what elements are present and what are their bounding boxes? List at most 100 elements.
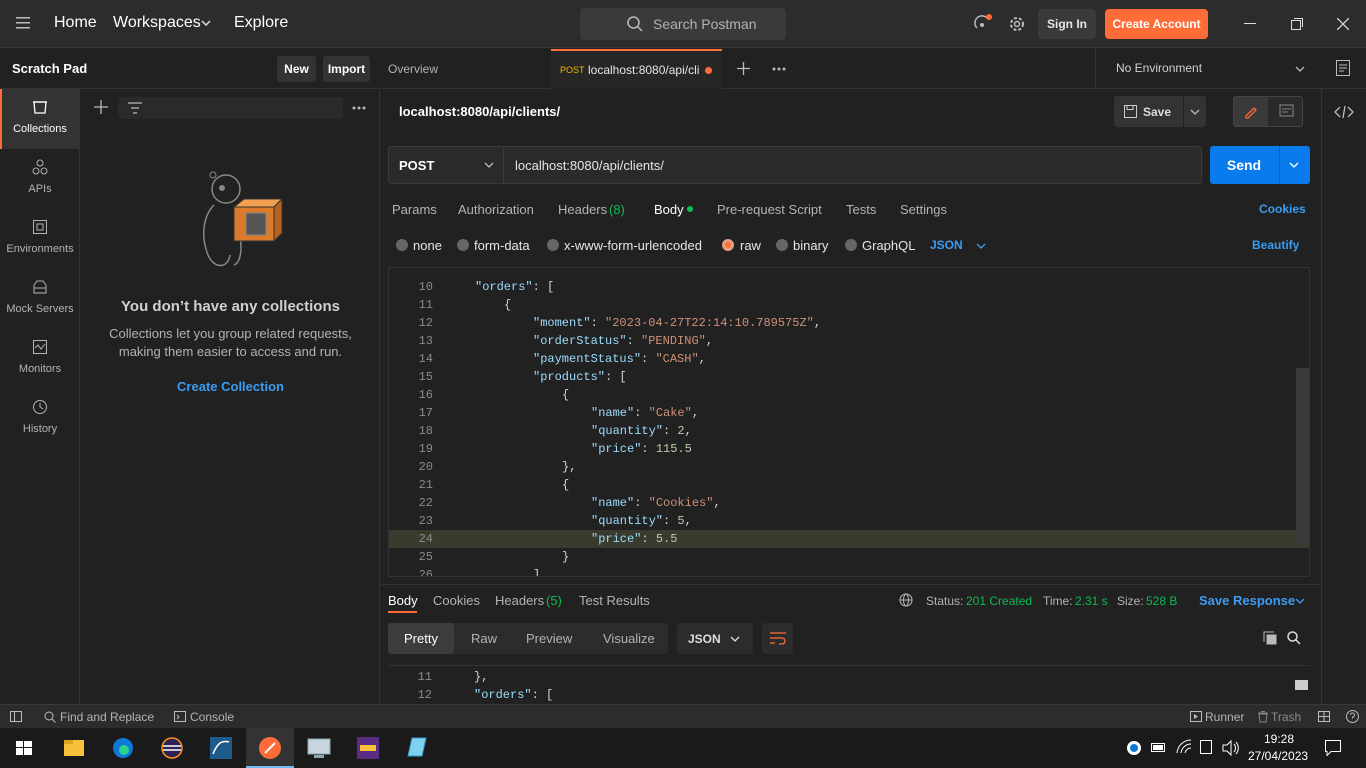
- wrap-lines-button[interactable]: [762, 623, 793, 654]
- radio-graphql[interactable]: [845, 239, 857, 251]
- response-tab-test-results[interactable]: Test Results: [579, 593, 650, 608]
- chevron-down-icon[interactable]: [1295, 598, 1305, 604]
- console-button[interactable]: Console: [190, 710, 234, 724]
- copy-icon[interactable]: [1263, 631, 1277, 645]
- comments-icon[interactable]: [1270, 97, 1302, 126]
- view-preview[interactable]: Preview: [526, 631, 572, 646]
- sidebar-item-environments[interactable]: Environments: [0, 209, 80, 269]
- save-response-button[interactable]: Save Response: [1199, 593, 1295, 608]
- sidebar-item-collections[interactable]: Collections: [0, 89, 80, 149]
- find-replace-button[interactable]: Find and Replace: [60, 710, 154, 724]
- postman-icon[interactable]: [246, 728, 294, 768]
- tab-settings[interactable]: Settings: [900, 202, 947, 217]
- runner-button[interactable]: Runner: [1205, 710, 1244, 724]
- clock-date[interactable]: 27/04/2023: [1248, 749, 1308, 763]
- gear-icon[interactable]: [1008, 15, 1026, 33]
- tab-more-icon[interactable]: [772, 67, 786, 71]
- sign-in-button[interactable]: Sign In: [1038, 9, 1096, 39]
- radio-x-www-form-urlencoded[interactable]: [547, 239, 559, 251]
- edge-browser-icon[interactable]: [99, 728, 147, 768]
- mode-toggle[interactable]: [1233, 96, 1303, 127]
- search-icon[interactable]: [1287, 631, 1301, 645]
- tab-headers[interactable]: Headers: [558, 202, 607, 217]
- method-select[interactable]: POST: [389, 147, 504, 183]
- body-editor[interactable]: 10 "orders": [11 {12 "moment": "2023-04-27T…: [388, 267, 1310, 577]
- eclipse-icon[interactable]: [148, 728, 196, 768]
- save-button[interactable]: Save: [1114, 96, 1206, 127]
- more-options-icon[interactable]: [352, 106, 366, 110]
- beautify-link[interactable]: Beautify: [1252, 238, 1299, 252]
- game-app-icon[interactable]: [344, 728, 392, 768]
- new-tab-icon[interactable]: [737, 62, 750, 75]
- wifi-icon[interactable]: [1176, 739, 1192, 755]
- nav-home[interactable]: Home: [54, 14, 97, 32]
- add-icon[interactable]: [94, 100, 108, 114]
- create-account-button[interactable]: Create Account: [1105, 9, 1208, 39]
- response-tab-cookies[interactable]: Cookies: [433, 593, 480, 608]
- create-collection-link[interactable]: Create Collection: [81, 379, 380, 394]
- menu-icon[interactable]: [16, 17, 30, 29]
- minimize-icon[interactable]: [1244, 23, 1256, 25]
- tab-tests[interactable]: Tests: [846, 202, 876, 217]
- chevron-down-icon[interactable]: [1190, 109, 1200, 115]
- sidebar-item-history[interactable]: History: [0, 389, 80, 449]
- battery-icon[interactable]: [1151, 741, 1167, 753]
- tray-app-icon[interactable]: [1126, 740, 1142, 756]
- tablet-mode-icon[interactable]: [1200, 740, 1212, 754]
- response-format-select[interactable]: JSON: [677, 623, 753, 654]
- edit-icon[interactable]: [1234, 97, 1268, 126]
- code-snippet-icon[interactable]: [1334, 105, 1354, 119]
- import-button[interactable]: Import: [323, 56, 370, 82]
- filter-input[interactable]: [118, 97, 343, 119]
- clock-time[interactable]: 19:28: [1264, 732, 1294, 746]
- restore-icon[interactable]: [1291, 18, 1303, 30]
- volume-icon[interactable]: [1222, 740, 1240, 756]
- view-pretty[interactable]: Pretty: [388, 623, 454, 654]
- chevron-down-icon[interactable]: [1289, 162, 1299, 168]
- sidebar-item-apis[interactable]: APIs: [0, 149, 80, 209]
- response-tab-body[interactable]: Body: [388, 593, 418, 608]
- search-input[interactable]: Search Postman: [580, 8, 786, 40]
- nav-explore[interactable]: Explore: [234, 14, 288, 32]
- tab-authorization[interactable]: Authorization: [458, 202, 534, 217]
- mysql-workbench-icon[interactable]: [197, 728, 245, 768]
- notification-icon[interactable]: [1325, 740, 1341, 756]
- sidebar-item-mock-servers[interactable]: Mock Servers: [0, 269, 80, 329]
- globe-icon[interactable]: [899, 593, 913, 607]
- response-scrollbar[interactable]: [1295, 680, 1308, 690]
- tab-pre-request-script[interactable]: Pre-request Script: [717, 202, 822, 217]
- remote-desktop-icon[interactable]: [295, 728, 343, 768]
- url-input[interactable]: localhost:8080/api/clients/: [515, 158, 664, 173]
- chevron-down-icon[interactable]: [976, 243, 986, 249]
- new-button[interactable]: New: [277, 56, 316, 82]
- chevron-down-icon[interactable]: [1295, 66, 1305, 72]
- help-icon[interactable]: [1346, 710, 1359, 723]
- response-body-viewer[interactable]: 11}, 12 "orders": [: [388, 665, 1310, 704]
- environment-quick-look-icon[interactable]: [1336, 60, 1350, 76]
- view-raw[interactable]: Raw: [471, 631, 497, 646]
- nav-workspaces[interactable]: Workspaces: [113, 14, 201, 32]
- send-button[interactable]: Send: [1210, 146, 1310, 184]
- layout-icon[interactable]: [1318, 711, 1330, 722]
- format-select[interactable]: JSON: [930, 238, 963, 252]
- notes-app-icon[interactable]: [393, 728, 441, 768]
- sidebar-toggle-icon[interactable]: [10, 711, 22, 722]
- file-explorer-icon[interactable]: [50, 728, 98, 768]
- radio-none[interactable]: [396, 239, 408, 251]
- sidebar-item-monitors[interactable]: Monitors: [0, 329, 80, 389]
- tab-params[interactable]: Params: [392, 202, 437, 217]
- view-visualize[interactable]: Visualize: [603, 631, 655, 646]
- trash-button[interactable]: Trash: [1271, 710, 1301, 724]
- environment-select[interactable]: No Environment: [1116, 61, 1202, 75]
- response-tab-headers[interactable]: Headers: [495, 593, 544, 608]
- cookies-link[interactable]: Cookies: [1259, 202, 1306, 216]
- radio-form-data[interactable]: [457, 239, 469, 251]
- close-icon[interactable]: [1337, 18, 1349, 30]
- tab-body[interactable]: Body: [654, 202, 684, 217]
- tab-active-request[interactable]: POST localhost:8080/api/cli: [551, 49, 722, 89]
- windows-start-icon[interactable]: [0, 728, 48, 768]
- sync-icon[interactable]: [973, 14, 993, 34]
- tab-overview[interactable]: Overview: [388, 62, 438, 76]
- radio-binary[interactable]: [776, 239, 788, 251]
- editor-scrollbar[interactable]: [1296, 368, 1309, 543]
